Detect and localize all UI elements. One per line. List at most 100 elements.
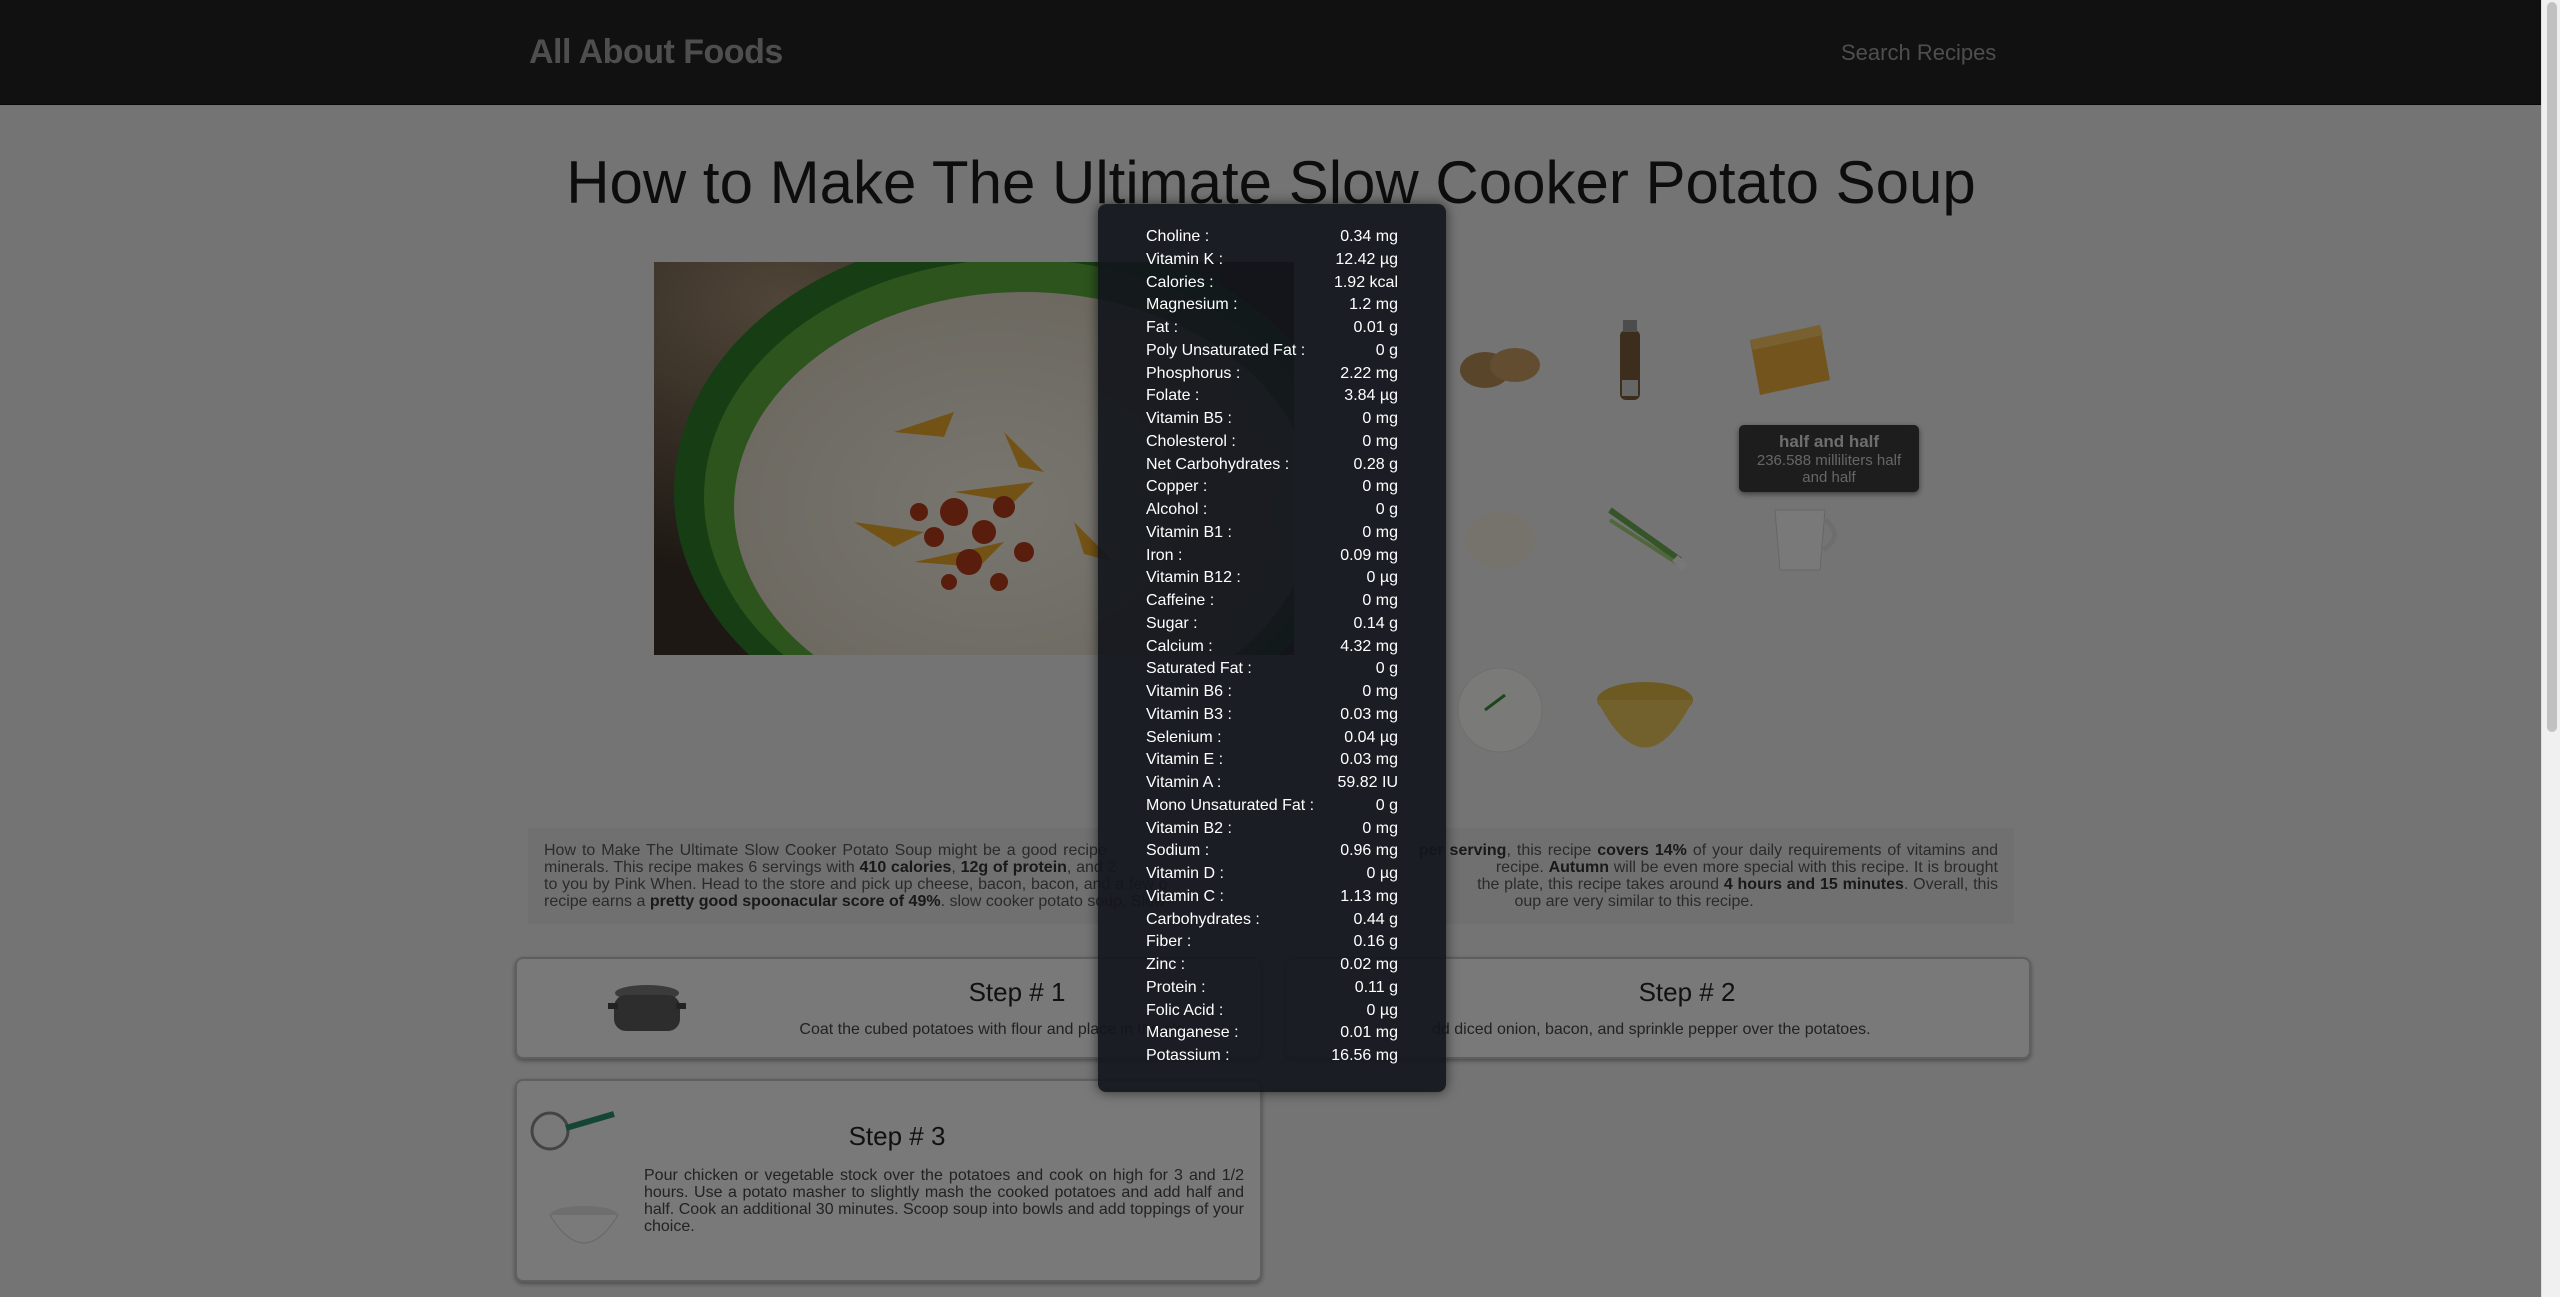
nutrient-row: Calories : 1.92 kcal (1146, 272, 1398, 294)
nutrient-name: Saturated Fat : (1146, 660, 1252, 678)
nutrient-value: 0 mg (1362, 683, 1398, 700)
nutrient-row: Vitamin D : 0 µg (1146, 863, 1398, 885)
nutrient-value: 0.01 mg (1340, 1024, 1398, 1042)
nutrient-row: Phosphorus : 2.22 mg (1146, 363, 1398, 385)
nutrient-name: Vitamin B2 : (1146, 819, 1232, 837)
nutrient-name: Sugar : (1146, 614, 1198, 632)
nutrient-name: Vitamin B1 : (1146, 523, 1232, 541)
nutrient-name: Fat : (1146, 319, 1179, 336)
nutrient-name: Vitamin K : (1146, 250, 1224, 268)
nutrient-row: Cholesterol : 0 mg (1146, 431, 1398, 453)
nutrient-name: Calories : (1146, 273, 1214, 291)
nutrient-name: Protein : (1146, 978, 1206, 996)
nutrient-value: 2.22 mg (1340, 364, 1398, 382)
nutrition-popover: Choline : 0.34 mg Vitamin K : 12.42 µg Calor… (1098, 204, 1446, 1092)
nutrient-value: 0.28 g (1353, 455, 1398, 473)
nutrient-value: 0 mg (1362, 819, 1398, 837)
nutrient-row: Calcium : 4.32 mg (1146, 636, 1398, 658)
nutrient-value: 0 g (1375, 660, 1398, 678)
nutrient-name: Vitamin B3 : (1146, 705, 1232, 723)
nutrient-name: Poly Unsaturated Fat : (1146, 341, 1306, 359)
nutrient-row: Zinc : 0.02 mg (1146, 954, 1398, 976)
nutrient-name: Cholesterol : (1146, 432, 1236, 450)
nutrient-name: Phosphorus : (1146, 364, 1241, 382)
nutrient-value: 16.56 mg (1331, 1047, 1398, 1064)
nutrient-name: Mono Unsaturated Fat : (1146, 796, 1315, 814)
nutrient-name: Vitamin E : (1146, 751, 1224, 769)
nutrient-value: 0.04 µg (1344, 728, 1398, 746)
nutrient-row: Folate : 3.84 µg (1146, 385, 1398, 407)
nutrient-value: 0 g (1375, 341, 1398, 359)
nutrient-row: Vitamin B5 : 0 mg (1146, 408, 1398, 430)
nutrient-name: Folate : (1146, 387, 1200, 405)
scrollbar-thumb[interactable] (2547, 2, 2557, 732)
nutrient-row: Magnesium : 1.2 mg (1146, 294, 1398, 316)
nutrient-value: 0 µg (1366, 865, 1398, 882)
nutrient-value: 0.02 mg (1340, 956, 1398, 973)
nutrient-value: 3.84 µg (1344, 387, 1398, 405)
nutrient-value: 59.82 IU (1337, 774, 1398, 791)
nutrient-name: Carbohydrates : (1146, 910, 1260, 928)
nutrient-row: Vitamin K : 12.42 µg (1146, 249, 1398, 271)
nutrient-name: Selenium : (1146, 728, 1222, 746)
nutrient-name: Magnesium : (1146, 296, 1238, 314)
nutrient-value: 12.42 µg (1335, 250, 1398, 268)
nutrient-value: 0 mg (1362, 523, 1398, 541)
nutrient-name: Vitamin A : (1146, 774, 1222, 791)
nutrient-name: Iron : (1146, 546, 1183, 564)
nutrient-name: Sodium : (1146, 842, 1210, 860)
nutrient-row: Folic Acid : 0 µg (1146, 1000, 1398, 1022)
nutrient-row: Vitamin B12 : 0 µg (1146, 567, 1398, 589)
nutrient-name: Fiber : (1146, 933, 1192, 951)
nutrient-value: 0 g (1375, 501, 1398, 518)
nutrient-value: 1.2 mg (1349, 296, 1398, 314)
nutrient-name: Vitamin D : (1146, 865, 1224, 882)
nutrient-name: Manganese : (1146, 1024, 1239, 1042)
nutrient-row: Iron : 0.09 mg (1146, 545, 1398, 567)
nutrient-row: Selenium : 0.04 µg (1146, 727, 1398, 749)
nutrient-name: Alcohol : (1146, 501, 1208, 518)
nutrient-name: Vitamin B12 : (1146, 569, 1241, 587)
nutrient-row: Potassium : 16.56 mg (1146, 1045, 1398, 1067)
nutrient-value: 0.03 mg (1340, 751, 1398, 769)
nutrient-value: 0 mg (1362, 410, 1398, 427)
nutrient-row: Alcohol : 0 g (1146, 499, 1398, 521)
nutrient-value: 0.34 mg (1340, 228, 1398, 245)
nutrient-row: Vitamin E : 0.03 mg (1146, 749, 1398, 771)
nutrient-row: Net Carbohydrates : 0.28 g (1146, 454, 1398, 476)
nutrient-value: 0.44 g (1353, 910, 1398, 928)
nutrient-row: Carbohydrates : 0.44 g (1146, 909, 1398, 931)
nutrient-name: Copper : (1146, 478, 1208, 496)
nutrient-name: Caffeine : (1146, 592, 1215, 609)
nutrient-value: 0.03 mg (1340, 705, 1398, 723)
nutrient-value: 0.14 g (1353, 614, 1398, 632)
nutrient-name: Net Carbohydrates : (1146, 455, 1290, 473)
nutrient-name: Choline : (1146, 228, 1210, 245)
nutrient-value: 1.13 mg (1340, 887, 1398, 905)
nutrient-row: Vitamin B1 : 0 mg (1146, 522, 1398, 544)
nutrient-row: Mono Unsaturated Fat : 0 g (1146, 795, 1398, 817)
nutrient-row: Vitamin B6 : 0 mg (1146, 681, 1398, 703)
nutrient-row: Vitamin B3 : 0.03 mg (1146, 704, 1398, 726)
nutrient-value: 0.09 mg (1340, 546, 1398, 564)
nutrient-row: Poly Unsaturated Fat : 0 g (1146, 340, 1398, 362)
nutrient-value: 4.32 mg (1340, 637, 1398, 655)
nutrient-value: 0 mg (1362, 592, 1398, 609)
nutrient-value: 1.92 kcal (1333, 273, 1398, 291)
nutrient-row: Protein : 0.11 g (1146, 977, 1398, 999)
nutrient-row: Vitamin B2 : 0 mg (1146, 818, 1398, 840)
nutrient-name: Calcium : (1146, 637, 1213, 655)
nutrient-row: Choline : 0.34 mg (1146, 226, 1398, 248)
nutrient-name: Vitamin B6 : (1146, 683, 1232, 700)
nutrient-row: Caffeine : 0 mg (1146, 590, 1398, 612)
nutrient-row: Fiber : 0.16 g (1146, 931, 1398, 953)
nutrient-row: Manganese : 0.01 mg (1146, 1022, 1398, 1044)
nutrient-row: Saturated Fat : 0 g (1146, 658, 1398, 680)
nutrient-name: Potassium : (1146, 1047, 1230, 1064)
nutrient-value: 0 µg (1366, 569, 1398, 587)
nutrient-value: 0 mg (1362, 478, 1398, 496)
nutrient-value: 0.16 g (1353, 933, 1398, 951)
scrollbar[interactable] (2541, 0, 2560, 1297)
nutrient-name: Vitamin C : (1146, 887, 1224, 905)
nutrient-row: Vitamin C : 1.13 mg (1146, 886, 1398, 908)
